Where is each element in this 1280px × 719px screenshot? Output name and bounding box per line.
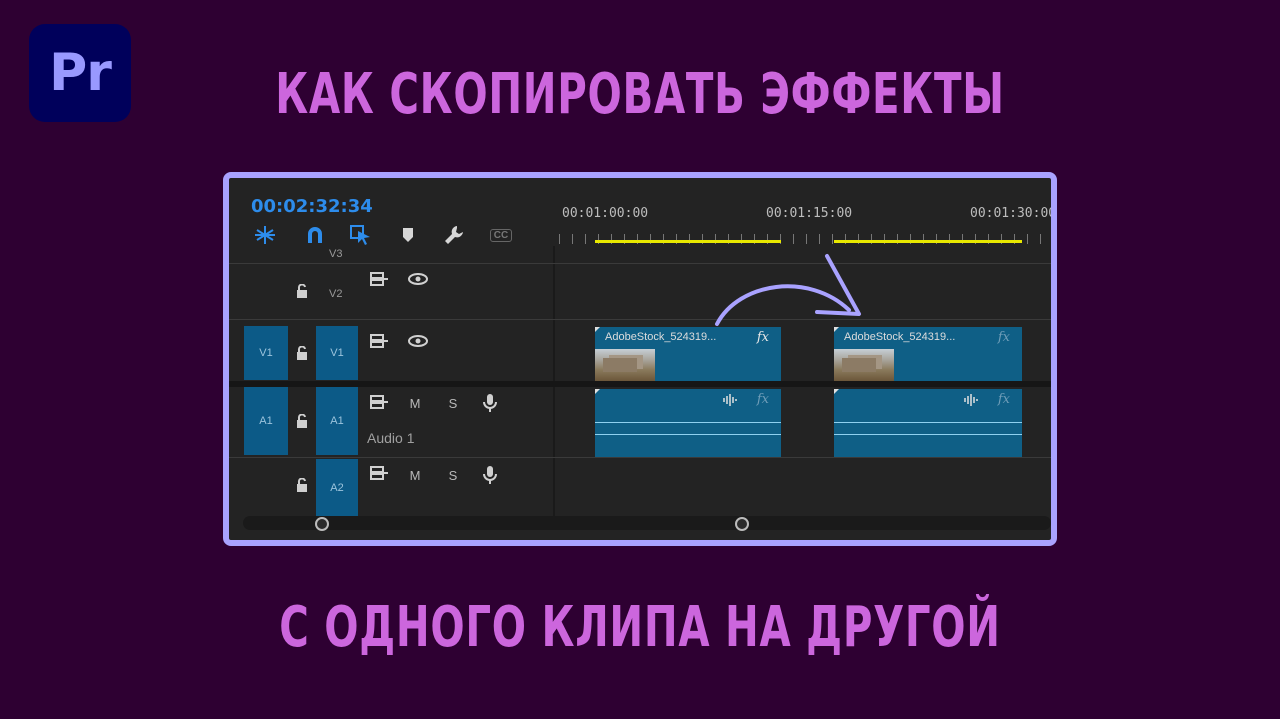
work-area-bar[interactable] (834, 240, 1022, 243)
toggle-sync-lock-icon[interactable] (368, 270, 390, 288)
track-target-a2[interactable]: A2 (316, 459, 358, 516)
ruler-time-3: 00:01:30:00 (970, 206, 1057, 221)
clip-thumbnail (595, 349, 655, 381)
linked-selection-icon[interactable] (348, 224, 374, 246)
wrench-icon[interactable] (441, 224, 467, 246)
magnet-icon[interactable] (302, 224, 328, 246)
work-area-bar[interactable] (595, 240, 781, 243)
solo-track-button[interactable]: S (445, 467, 461, 483)
audio-waveform-line (834, 434, 1022, 435)
clip-thumbnail (834, 349, 894, 381)
headline-bottom: С ОДНОГО КЛИПА НА ДРУГОЙ (279, 595, 1001, 660)
marker-icon[interactable] (395, 224, 421, 246)
insert-snap-icon[interactable] (252, 224, 278, 246)
video-clip[interactable]: AdobeStock_524319... fx (834, 327, 1022, 381)
audio-waveform-line (834, 422, 1022, 423)
fx-badge-icon[interactable]: fx (757, 392, 769, 407)
ruler-time-2: 00:01:15:00 (766, 206, 853, 221)
playhead-timecode[interactable]: 00:02:32:34 (251, 196, 373, 217)
microphone-icon[interactable] (481, 392, 499, 414)
waveform-icon (962, 393, 980, 407)
audio-waveform-line (595, 422, 781, 423)
clip-name: AdobeStock_524319... (605, 331, 717, 343)
toggle-sync-lock-icon[interactable] (368, 332, 390, 350)
captions-label: CC (489, 228, 513, 242)
toggle-sync-lock-icon[interactable] (368, 464, 390, 482)
video-clip[interactable]: AdobeStock_524319... fx (595, 327, 781, 381)
clip-name: AdobeStock_524319... (844, 331, 956, 343)
copy-arrow-icon (715, 254, 861, 326)
lock-icon[interactable] (295, 344, 309, 362)
fx-badge-icon[interactable]: fx (757, 330, 769, 345)
source-patch-a1[interactable]: A1 (244, 387, 288, 455)
audio-clip[interactable]: fx (595, 389, 781, 457)
toggle-sync-lock-icon[interactable] (368, 393, 390, 411)
solo-track-button[interactable]: S (445, 395, 461, 411)
premiere-pro-logo: Pr (29, 24, 131, 122)
track-target-a1[interactable]: A1 (316, 387, 358, 455)
logo-text: Pr (49, 43, 112, 103)
track-label-v2: V2 (329, 288, 343, 300)
lock-icon[interactable] (295, 476, 309, 494)
eye-icon[interactable] (407, 332, 429, 350)
track-label-v3: V3 (329, 248, 343, 260)
clip-corner-marker (834, 389, 839, 394)
source-patch-v1[interactable]: V1 (244, 326, 288, 380)
fx-badge-icon[interactable]: fx (998, 330, 1010, 345)
scroll-handle-right[interactable] (735, 517, 749, 531)
microphone-icon[interactable] (481, 464, 499, 486)
scroll-handle-left[interactable] (315, 517, 329, 531)
track-target-v1[interactable]: V1 (316, 326, 358, 380)
audio-track-name: Audio 1 (367, 430, 415, 446)
timeline-zoom-scrollbar[interactable] (243, 516, 1051, 531)
lock-icon[interactable] (295, 412, 309, 430)
waveform-icon (721, 393, 739, 407)
track-divider (229, 263, 1051, 264)
headline-top: КАК СКОПИРОВАТЬ ЭФФЕКТЫ (275, 62, 1005, 127)
clip-corner-marker (595, 327, 600, 332)
mute-track-button[interactable]: M (407, 467, 423, 483)
track-divider (229, 457, 1051, 458)
mute-track-button[interactable]: M (407, 395, 423, 411)
timeline-panel: 00:02:32:34 CC 00:01:00:00 00:01:15:00 0… (223, 172, 1057, 546)
lock-icon[interactable] (295, 282, 309, 300)
ruler-time-1: 00:01:00:00 (562, 206, 649, 221)
audio-clip[interactable]: fx (834, 389, 1022, 457)
audio-waveform-line (595, 434, 781, 435)
track-divider (229, 319, 1051, 320)
captions-icon[interactable]: CC (488, 224, 514, 246)
clip-corner-marker (595, 389, 600, 394)
eye-icon[interactable] (407, 270, 429, 288)
fx-badge-icon[interactable]: fx (998, 392, 1010, 407)
